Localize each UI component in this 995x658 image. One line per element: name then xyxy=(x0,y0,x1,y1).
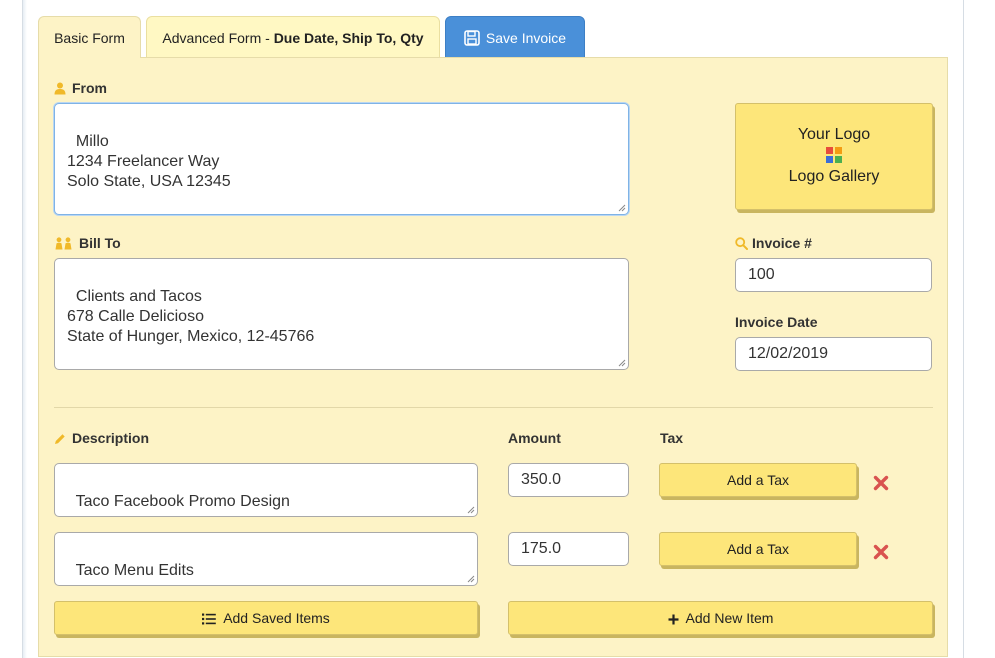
bill-to-label: Bill To xyxy=(54,235,121,253)
from-address-textarea[interactable]: Millo 1234 Freelancer Way Solo State, US… xyxy=(54,103,629,215)
add-new-item-button[interactable]: Add New Item xyxy=(508,601,933,635)
description-header-text: Description xyxy=(72,430,150,446)
delete-item-icon[interactable] xyxy=(873,544,889,560)
resize-grip-icon[interactable] xyxy=(467,506,475,514)
amount-header: Amount xyxy=(508,430,561,446)
add-new-item-label: Add New Item xyxy=(685,610,774,626)
tax-header: Tax xyxy=(660,430,684,446)
item-description-value: Taco Facebook Promo Design xyxy=(75,493,290,510)
save-invoice-button[interactable]: Save Invoice xyxy=(445,16,585,58)
logo-gallery-link[interactable]: Logo Gallery xyxy=(736,168,932,186)
add-tax-button[interactable]: Add a Tax xyxy=(659,463,857,497)
from-address-value: Millo 1234 Freelancer Way Solo State, US… xyxy=(67,133,231,190)
logo-title: Your Logo xyxy=(797,126,871,143)
invoice-number-input[interactable]: 100 xyxy=(735,258,932,292)
from-label: From xyxy=(54,80,107,98)
resize-grip-icon[interactable] xyxy=(467,575,475,583)
frame-shadow xyxy=(23,0,27,658)
pencil-icon xyxy=(54,432,66,448)
tab-advanced-form-detail: Due Date, Ship To, Qty xyxy=(273,30,424,46)
list-icon xyxy=(202,604,216,636)
logo-upload-button[interactable]: Your Logo Logo Gallery xyxy=(735,103,933,210)
item-description-value: Taco Menu Edits xyxy=(75,562,194,579)
item-amount-value: 350.0 xyxy=(521,471,562,488)
tab-advanced-form[interactable]: Advanced Form - Due Date, Ship To, Qty xyxy=(146,16,440,58)
from-label-text: From xyxy=(72,80,107,96)
item-amount-value: 175.0 xyxy=(521,540,562,557)
bill-to-label-text: Bill To xyxy=(79,235,121,251)
section-divider xyxy=(54,407,933,408)
invoice-number-label: Invoice # xyxy=(735,235,812,253)
floppy-disk-icon xyxy=(464,20,480,62)
item-description-textarea[interactable]: Taco Menu Edits xyxy=(54,532,478,586)
invoice-date-label: Invoice Date xyxy=(735,314,818,330)
invoice-number-value: 100 xyxy=(748,266,775,283)
save-invoice-label: Save Invoice xyxy=(485,30,567,46)
delete-item-icon[interactable] xyxy=(873,475,889,491)
tab-advanced-form-label: Advanced Form - xyxy=(162,30,274,46)
tab-basic-form-label: Basic Form xyxy=(54,30,125,46)
users-icon xyxy=(54,237,73,253)
add-tax-button[interactable]: Add a Tax xyxy=(659,532,857,566)
description-header: Description xyxy=(54,430,149,448)
add-tax-label: Add a Tax xyxy=(726,541,789,557)
logo-gallery-icon xyxy=(826,147,842,163)
add-saved-items-button[interactable]: Add Saved Items xyxy=(54,601,478,635)
add-tax-label: Add a Tax xyxy=(726,472,789,488)
user-icon xyxy=(54,82,66,98)
resize-grip-icon[interactable] xyxy=(618,359,626,367)
invoice-date-input[interactable]: 12/02/2019 xyxy=(735,337,932,371)
search-icon xyxy=(735,237,748,253)
item-amount-input[interactable]: 350.0 xyxy=(508,463,629,497)
tab-basic-form[interactable]: Basic Form xyxy=(38,16,141,58)
item-amount-input[interactable]: 175.0 xyxy=(508,532,629,566)
bill-to-address-value: Clients and Tacos 678 Calle Delicioso St… xyxy=(67,288,315,345)
bill-to-address-textarea[interactable]: Clients and Tacos 678 Calle Delicioso St… xyxy=(54,258,629,370)
invoice-number-label-text: Invoice # xyxy=(752,235,812,251)
add-saved-items-label: Add Saved Items xyxy=(223,610,330,626)
plus-icon xyxy=(668,604,679,636)
item-description-textarea[interactable]: Taco Facebook Promo Design xyxy=(54,463,478,517)
invoice-date-value: 12/02/2019 xyxy=(748,345,829,362)
resize-grip-icon[interactable] xyxy=(618,204,626,212)
